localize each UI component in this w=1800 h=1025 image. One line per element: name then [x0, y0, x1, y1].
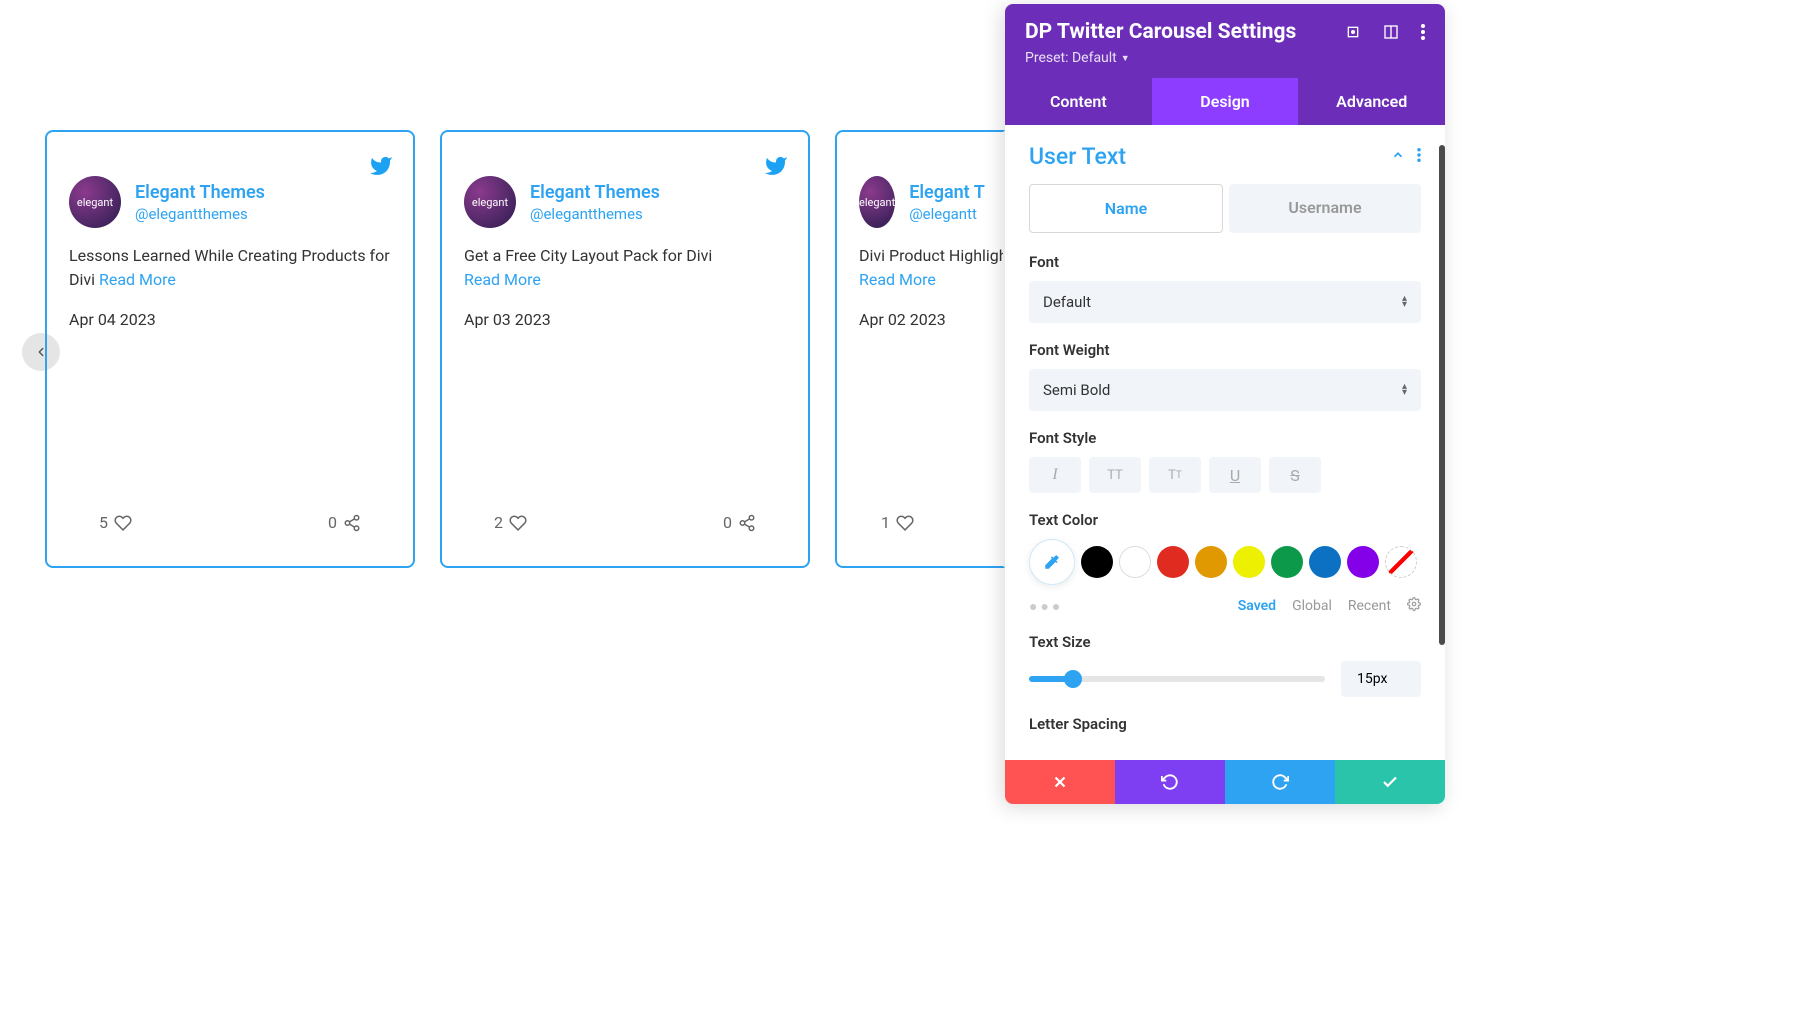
- size-input[interactable]: 15px: [1341, 661, 1421, 697]
- tab-design[interactable]: Design: [1152, 78, 1299, 125]
- underline-button[interactable]: U: [1209, 457, 1261, 493]
- more-icon[interactable]: [1421, 24, 1425, 40]
- uppercase-button[interactable]: TT: [1089, 457, 1141, 493]
- color-purple[interactable]: [1347, 546, 1379, 578]
- panel-header: DP Twitter Carousel Settings Preset: Def…: [1005, 4, 1445, 78]
- undo-button[interactable]: [1115, 760, 1225, 804]
- font-select[interactable]: Default▴▾: [1029, 281, 1421, 323]
- tweet-body: Get a Free City Layout Pack for DiviRead…: [464, 244, 786, 292]
- likes-stat[interactable]: 5: [99, 513, 132, 532]
- select-arrows-icon: ▴▾: [1402, 384, 1407, 396]
- size-label: Text Size: [1029, 633, 1421, 651]
- tweet-body: Lessons Learned While Creating Products …: [69, 244, 391, 292]
- twitter-icon: [369, 154, 393, 182]
- italic-button[interactable]: I: [1029, 457, 1081, 493]
- avatar: elegant: [859, 176, 895, 228]
- palette-recent[interactable]: Recent: [1348, 598, 1391, 614]
- user-handle[interactable]: @elegantt: [909, 205, 985, 223]
- check-icon: [1381, 773, 1399, 791]
- heart-icon: [114, 514, 132, 532]
- eyedropper-button[interactable]: [1029, 539, 1075, 585]
- read-more-link[interactable]: Read More: [99, 270, 176, 289]
- palette-global[interactable]: Global: [1292, 598, 1332, 614]
- likes-stat[interactable]: 2: [494, 513, 527, 532]
- palette-saved[interactable]: Saved: [1238, 598, 1276, 614]
- tab-content[interactable]: Content: [1005, 78, 1152, 125]
- palette-more-icon[interactable]: ●●●: [1029, 598, 1063, 615]
- tweet-card[interactable]: elegant Elegant Themes @elegantthemes Le…: [45, 130, 415, 568]
- close-icon: [1051, 773, 1069, 791]
- shares-stat[interactable]: 0: [723, 513, 756, 532]
- style-label: Font Style: [1029, 429, 1421, 447]
- preset-selector[interactable]: Preset: Default ▼: [1025, 50, 1425, 66]
- cancel-button[interactable]: [1005, 760, 1115, 804]
- chevron-down-icon: ▼: [1121, 53, 1130, 64]
- font-label: Font: [1029, 253, 1421, 271]
- expand-icon[interactable]: [1345, 24, 1361, 40]
- scrollbar[interactable]: [1439, 145, 1445, 645]
- select-arrows-icon: ▴▾: [1402, 296, 1407, 308]
- subtab-name[interactable]: Name: [1029, 184, 1223, 233]
- twitter-carousel: elegant Elegant Themes @elegantthemes Le…: [45, 130, 1005, 568]
- share-icon: [738, 514, 756, 532]
- layout-icon[interactable]: [1383, 24, 1399, 40]
- redo-button[interactable]: [1225, 760, 1335, 804]
- heart-icon: [509, 514, 527, 532]
- twitter-icon: [764, 154, 788, 182]
- user-name[interactable]: Elegant Themes: [530, 182, 660, 203]
- color-blue[interactable]: [1309, 546, 1341, 578]
- section-title[interactable]: User Text: [1029, 143, 1126, 170]
- weight-select[interactable]: Semi Bold▴▾: [1029, 369, 1421, 411]
- strikethrough-button[interactable]: S: [1269, 457, 1321, 493]
- tweet-body: Divi Product HighlighRead More: [859, 244, 981, 292]
- spacing-label: Letter Spacing: [1029, 715, 1421, 733]
- likes-stat[interactable]: 1: [881, 513, 914, 532]
- more-icon[interactable]: [1417, 147, 1421, 166]
- panel-body[interactable]: User Text Name Username Font Default▴▾ F…: [1005, 125, 1445, 760]
- tweet-date: Apr 04 2023: [69, 310, 391, 329]
- color-green[interactable]: [1271, 546, 1303, 578]
- chevron-up-icon[interactable]: [1391, 147, 1405, 166]
- user-name[interactable]: Elegant T: [909, 182, 985, 203]
- redo-icon: [1271, 773, 1289, 791]
- tweet-date: Apr 02 2023: [859, 310, 981, 329]
- smallcaps-button[interactable]: TT: [1149, 457, 1201, 493]
- shares-stat[interactable]: 0: [328, 513, 361, 532]
- subtab-username[interactable]: Username: [1229, 184, 1421, 233]
- tweet-date: Apr 03 2023: [464, 310, 786, 329]
- color-black[interactable]: [1081, 546, 1113, 578]
- share-icon: [343, 514, 361, 532]
- user-name[interactable]: Elegant Themes: [135, 182, 265, 203]
- color-yellow[interactable]: [1233, 546, 1265, 578]
- panel-title: DP Twitter Carousel Settings: [1025, 20, 1296, 44]
- tab-advanced[interactable]: Advanced: [1298, 78, 1445, 125]
- undo-icon: [1161, 773, 1179, 791]
- color-none[interactable]: [1385, 546, 1417, 578]
- color-white[interactable]: [1119, 546, 1151, 578]
- user-handle[interactable]: @elegantthemes: [135, 205, 265, 223]
- read-more-link[interactable]: Read More: [464, 270, 541, 289]
- gear-icon[interactable]: [1407, 597, 1421, 615]
- avatar: elegant: [464, 176, 516, 228]
- tweet-card[interactable]: elegant Elegant T @elegantt Divi Product…: [835, 130, 1005, 568]
- size-slider[interactable]: [1029, 676, 1325, 682]
- color-label: Text Color: [1029, 511, 1421, 529]
- color-orange[interactable]: [1195, 546, 1227, 578]
- weight-label: Font Weight: [1029, 341, 1421, 359]
- color-red[interactable]: [1157, 546, 1189, 578]
- read-more-link[interactable]: Read More: [859, 270, 936, 289]
- panel-tabs: Content Design Advanced: [1005, 78, 1445, 125]
- avatar: elegant: [69, 176, 121, 228]
- panel-footer: [1005, 760, 1445, 804]
- heart-icon: [896, 514, 914, 532]
- save-button[interactable]: [1335, 760, 1445, 804]
- tweet-card[interactable]: elegant Elegant Themes @elegantthemes Ge…: [440, 130, 810, 568]
- slider-thumb[interactable]: [1064, 670, 1082, 688]
- eyedropper-icon: [1043, 553, 1061, 571]
- settings-panel: DP Twitter Carousel Settings Preset: Def…: [1005, 4, 1445, 804]
- user-handle[interactable]: @elegantthemes: [530, 205, 660, 223]
